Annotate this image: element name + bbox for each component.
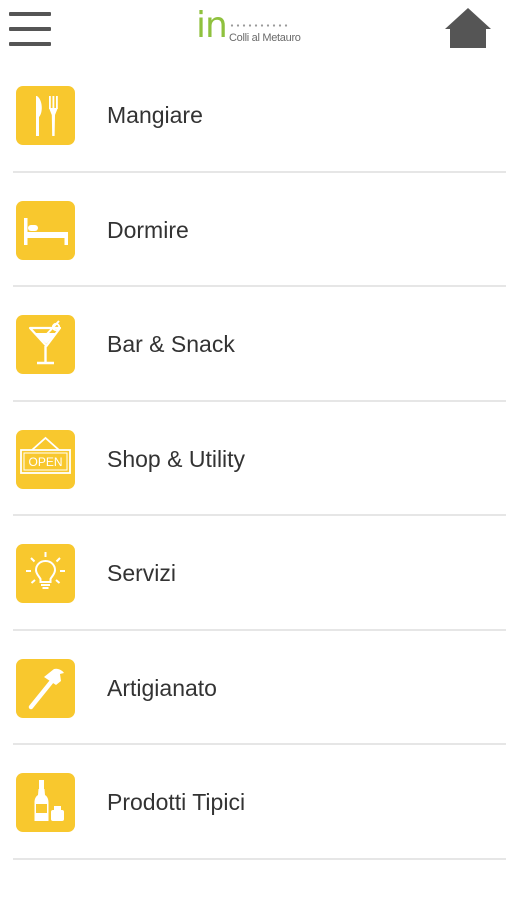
lightbulb-icon <box>16 544 75 603</box>
menu-item-label: Prodotti Tipici <box>107 789 246 815</box>
menu-item-servizi[interactable]: Servizi <box>13 516 506 631</box>
menu-item-label: Mangiare <box>107 102 203 128</box>
menu-item-mangiare[interactable]: Mangiare <box>13 58 506 173</box>
cocktail-glass-icon <box>16 315 75 374</box>
menu-item-prodotti-tipici[interactable]: Prodotti Tipici <box>13 745 506 860</box>
menu-item-artigianato[interactable]: Artigianato <box>13 631 506 745</box>
menu-item-shop-utility[interactable]: OPEN Shop & Utility <box>13 402 506 516</box>
wine-bottle-icon <box>16 773 75 832</box>
open-sign-text: OPEN <box>28 455 62 469</box>
top-bar: in Colli al Metauro <box>0 0 506 58</box>
menu-item-bar-snack[interactable]: Bar & Snack <box>13 287 506 402</box>
app-screen: in Colli al Metauro Mangiare Dormire Bar… <box>0 0 506 900</box>
home-icon[interactable] <box>444 7 492 49</box>
hamburger-line <box>9 27 51 31</box>
menu-item-label: Artigianato <box>107 674 217 701</box>
bed-icon <box>16 200 75 260</box>
logo-dots <box>229 24 289 27</box>
menu-item-label: Bar & Snack <box>107 331 235 357</box>
fork-knife-icon <box>16 86 75 145</box>
menu-item-label: Servizi <box>107 560 177 586</box>
menu-item-dormire[interactable]: Dormire <box>13 173 506 287</box>
logo-main-text: in <box>196 5 228 46</box>
hamburger-menu-icon[interactable] <box>9 8 51 46</box>
app-logo: in Colli al Metauro <box>196 5 310 50</box>
hammer-icon <box>16 658 75 718</box>
hamburger-line <box>9 12 51 16</box>
open-sign-icon: OPEN <box>16 429 75 489</box>
menu-item-label: Shop & Utility <box>107 445 246 472</box>
category-menu: Mangiare Dormire Bar & Snack OPEN Shop &… <box>13 58 506 860</box>
logo-subtitle: Colli al Metauro <box>229 32 301 44</box>
hamburger-line <box>9 42 51 46</box>
menu-item-label: Dormire <box>107 216 189 243</box>
